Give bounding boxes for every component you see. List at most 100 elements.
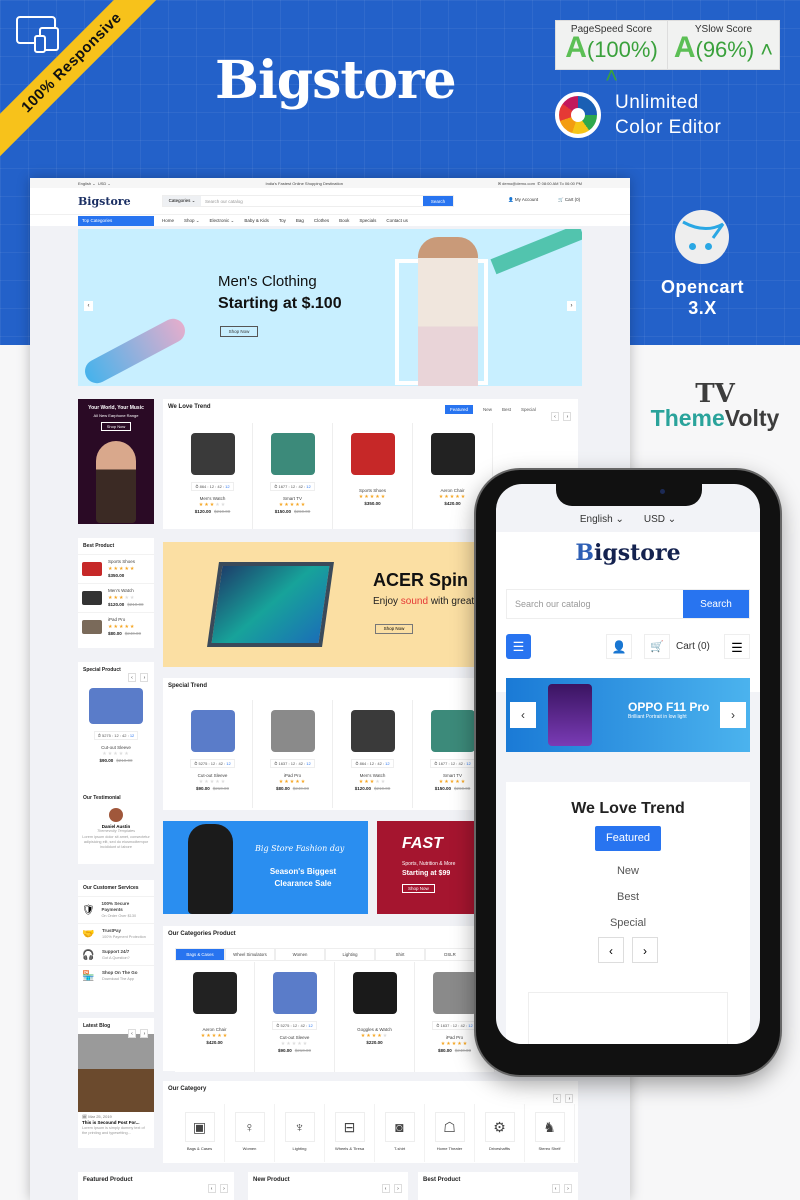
nav-item[interactable]: Toy bbox=[279, 218, 286, 224]
store-logo[interactable]: Bigstore bbox=[78, 195, 162, 208]
prev-button[interactable]: ‹ bbox=[207, 1184, 216, 1193]
next-button[interactable]: › bbox=[220, 1184, 228, 1193]
product-card[interactable]: ⏱ 5275 : 12 : 42 : 12 Cut-out Sleeve ★★★★★… bbox=[255, 962, 335, 1072]
product-name[interactable]: iPad Pro bbox=[108, 617, 141, 623]
next-button[interactable]: › bbox=[564, 1184, 572, 1193]
product-card[interactable]: ⏱ 1677 : 12 : 42 : 12 Smart TV ★★★★★ $150.0… bbox=[253, 423, 333, 529]
nav-item[interactable]: Book bbox=[339, 218, 349, 224]
slider-prev-button[interactable]: ‹ bbox=[510, 702, 536, 728]
nav-item[interactable]: Home bbox=[162, 218, 174, 224]
language-select[interactable]: English ⌄ bbox=[580, 514, 624, 525]
nav-item[interactable]: Baby & Kids bbox=[244, 218, 269, 224]
next-button[interactable]: › bbox=[565, 1094, 574, 1103]
product-name[interactable]: Smart TV bbox=[253, 496, 332, 501]
next-button[interactable]: › bbox=[140, 673, 149, 682]
currency-select[interactable]: USD ⌄ bbox=[98, 181, 111, 186]
search-button[interactable]: Search bbox=[683, 590, 749, 618]
product-card[interactable]: Sports Shoes ★★★★★ $350.00 bbox=[333, 423, 413, 529]
shop-now-button[interactable]: Shop Now bbox=[375, 624, 413, 634]
blog-post-title[interactable]: This is Secound Post For... bbox=[78, 1119, 154, 1126]
category-item[interactable]: ⊟ Wheels & Tiresa bbox=[325, 1104, 375, 1162]
prev-button[interactable]: ‹ bbox=[551, 412, 559, 421]
product-name[interactable]: Cut-out Sleeve bbox=[255, 1035, 334, 1040]
product-card[interactable]: ⏱ 864 : 12 : 42 : 12 Men's Watch ★★★★★ $120… bbox=[333, 700, 413, 808]
user-icon[interactable]: 👤 bbox=[606, 634, 632, 659]
nav-item[interactable]: Shop ⌄ bbox=[184, 218, 200, 224]
next-button[interactable]: › bbox=[563, 412, 572, 421]
category-tab[interactable]: DSLR bbox=[425, 948, 475, 961]
product-card[interactable]: ⏱ 1637 : 12 : 42 : 12 iPad Pro ★★★★★ $80.00… bbox=[253, 700, 333, 808]
list-item[interactable]: iPad Pro ★★★★★ $80.00 $240.00 bbox=[78, 612, 154, 641]
product-name[interactable]: Aeron Chair bbox=[413, 488, 492, 493]
prev-button[interactable]: ‹ bbox=[553, 1094, 561, 1103]
product-name[interactable]: Men's Watch bbox=[333, 773, 412, 778]
tab-best[interactable]: Best bbox=[502, 407, 511, 412]
category-item[interactable]: ⚙ Driveshaffts bbox=[475, 1104, 525, 1162]
product-name[interactable]: Sports Shoes bbox=[333, 488, 412, 493]
product-name[interactable]: Goggles & Watch bbox=[335, 1027, 414, 1032]
earphone-banner[interactable]: Your World, Your Music All New Earphone … bbox=[78, 399, 154, 524]
category-tab[interactable]: Wheel Simulators bbox=[225, 948, 275, 961]
slider-next-button[interactable]: › bbox=[720, 702, 746, 728]
tab-best[interactable]: Best bbox=[506, 891, 750, 903]
search-button[interactable]: Search bbox=[423, 196, 453, 206]
cart-label[interactable]: Cart (0) bbox=[676, 641, 710, 652]
search-input[interactable]: Search our catalog bbox=[507, 590, 683, 618]
fashion-day-banner[interactable]: Big Store Fashion day Season's Biggest Cl… bbox=[163, 821, 368, 914]
store-logo[interactable]: Bigstore bbox=[496, 540, 760, 566]
product-card[interactable]: ⏱ 864 : 12 : 42 : 12 Men's Watch ★★★★★ $120… bbox=[173, 423, 253, 529]
shop-now-button[interactable]: Shop Now bbox=[220, 326, 258, 337]
next-button[interactable]: › bbox=[394, 1184, 402, 1193]
nav-item[interactable]: Electronic ⌄ bbox=[210, 218, 235, 224]
product-name[interactable]: Men's Watch bbox=[173, 496, 252, 501]
prev-button[interactable]: ‹ bbox=[381, 1184, 390, 1193]
shop-now-button[interactable]: Shop Now bbox=[100, 422, 132, 431]
prev-button[interactable]: ‹ bbox=[128, 1029, 136, 1038]
product-card[interactable]: Goggles & Watch ★★★★★ $220.00 bbox=[335, 962, 415, 1072]
category-item[interactable]: ▣ Bags & Cases bbox=[175, 1104, 225, 1162]
cart-link[interactable]: 🛒 Cart (0) bbox=[558, 197, 580, 203]
prev-button[interactable]: ‹ bbox=[598, 937, 624, 963]
category-item[interactable]: ♆ Lighting bbox=[275, 1104, 325, 1162]
currency-select[interactable]: USD ⌄ bbox=[644, 514, 676, 525]
tab-new[interactable]: New bbox=[483, 407, 492, 412]
prev-button[interactable]: ‹ bbox=[551, 1184, 560, 1193]
product-name[interactable]: Cut-out Sleeve bbox=[173, 773, 252, 778]
tab-featured[interactable]: Featured bbox=[445, 405, 474, 414]
category-select[interactable]: Categories ⌄ bbox=[163, 196, 201, 206]
search-input[interactable]: Search our catalog bbox=[201, 196, 423, 206]
hamburger-menu-icon[interactable]: ☰ bbox=[724, 634, 750, 659]
slider-prev-button[interactable]: ‹ bbox=[84, 301, 93, 311]
product-card[interactable]: ⏱ 5275 : 12 : 42 : 12 Cut-out Sleeve ★★★★★… bbox=[173, 700, 253, 808]
product-card[interactable] bbox=[528, 992, 728, 1044]
category-menu-button[interactable]: ☰ bbox=[506, 634, 531, 659]
nav-item[interactable]: Clothes bbox=[314, 218, 329, 224]
blog-image[interactable] bbox=[78, 1034, 154, 1112]
shop-now-button[interactable]: Shop Now bbox=[402, 884, 435, 893]
category-tab[interactable]: Lighting bbox=[325, 948, 375, 961]
nav-item[interactable]: Specials bbox=[359, 218, 376, 224]
category-tab[interactable]: Shirt bbox=[375, 948, 425, 961]
category-item[interactable]: ♞ Stereo Shelf bbox=[525, 1104, 575, 1162]
product-name[interactable]: Aeron Chair bbox=[175, 1027, 254, 1032]
list-item[interactable]: Sports Shoes ★★★★★ $350.00 bbox=[78, 554, 154, 583]
prev-button[interactable]: ‹ bbox=[128, 673, 136, 682]
category-tab[interactable]: Bags & Cases bbox=[175, 948, 225, 961]
top-categories-button[interactable]: Top Categories bbox=[78, 215, 154, 226]
product-name[interactable]: Sports Shoes bbox=[108, 559, 135, 565]
product-card[interactable]: ⏱ 5275 : 12 : 42 : 12 Cut-out Sleeve ★★★… bbox=[78, 688, 154, 763]
my-account-link[interactable]: 👤 My Account bbox=[508, 197, 538, 203]
category-tab[interactable]: Women bbox=[275, 948, 325, 961]
tab-special[interactable]: Special bbox=[521, 407, 536, 412]
next-button[interactable]: › bbox=[632, 937, 658, 963]
category-item[interactable]: ☖ Home Theater bbox=[425, 1104, 475, 1162]
language-select[interactable]: English ⌄ bbox=[78, 181, 96, 186]
list-item[interactable]: Men's Watch ★★★★★ $120.00 $210.00 bbox=[78, 583, 154, 612]
cart-icon[interactable]: 🛒 bbox=[644, 634, 670, 659]
nav-item[interactable]: Contact us bbox=[386, 218, 408, 224]
acer-banner[interactable]: ACER Spin Enjoy sound with great Shop No… bbox=[163, 542, 488, 667]
slider-next-button[interactable]: › bbox=[567, 301, 576, 311]
product-name[interactable]: iPad Pro bbox=[253, 773, 332, 778]
next-button[interactable]: › bbox=[140, 1029, 149, 1038]
product-card[interactable]: Aeron Chair ★★★★★ $420.00 bbox=[175, 962, 255, 1072]
